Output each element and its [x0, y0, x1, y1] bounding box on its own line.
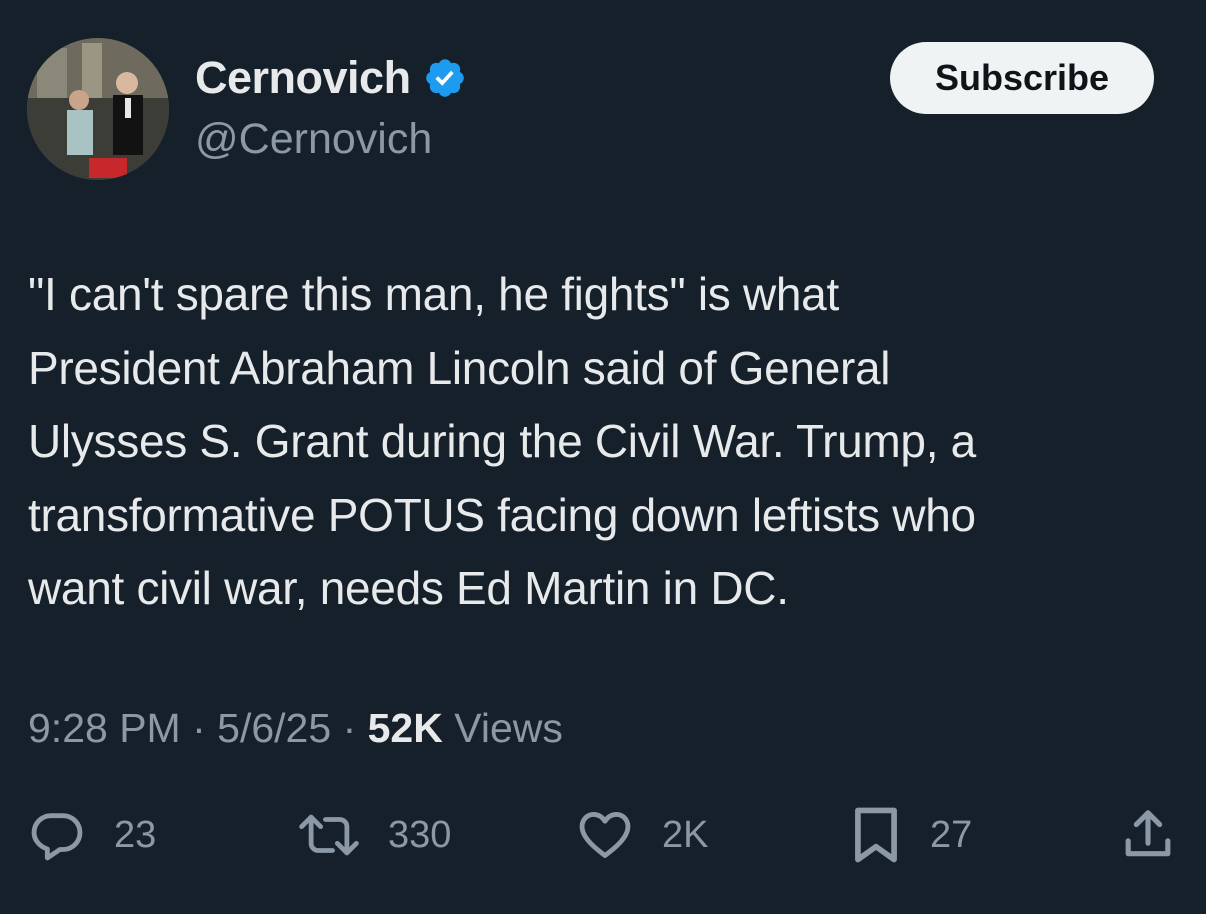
- reply-button[interactable]: 23: [28, 795, 156, 875]
- tweet-text-line: want civil war, needs Ed Martin in DC.: [28, 562, 789, 614]
- reply-count: 23: [114, 814, 157, 856]
- bookmark-count: 27: [930, 814, 973, 856]
- like-button[interactable]: 2K: [576, 795, 708, 875]
- display-name[interactable]: Cernovich: [195, 52, 467, 104]
- avatar[interactable]: [27, 38, 169, 180]
- tweet-text-line: President Abraham Lincoln said of Genera…: [28, 341, 891, 394]
- tweet-date[interactable]: 5/6/25: [217, 705, 331, 751]
- tweet-text-line: transformative POTUS facing down leftist…: [28, 488, 976, 541]
- repost-count: 330: [388, 814, 452, 856]
- meta-separator: ·: [342, 705, 368, 751]
- action-bar: 23 330 2K 27: [0, 795, 1206, 875]
- share-icon: [1125, 810, 1171, 857]
- tweet-text-line: Ulysses S. Grant during the Civil War. T…: [28, 415, 976, 467]
- tweet-text-line: "I can't spare this man, he fights" is w…: [28, 268, 839, 320]
- bookmark-button[interactable]: 27: [850, 795, 972, 875]
- share-button[interactable]: [1120, 795, 1176, 875]
- tweet-text: "I can't spare this man, he fights" is w…: [28, 258, 1188, 626]
- views-count: 52K: [367, 705, 443, 751]
- tweet: Cernovich @Cernovich Subscribe "I can't …: [0, 0, 1206, 914]
- repost-icon: [299, 814, 359, 856]
- like-count: 2K: [662, 814, 709, 856]
- author-handle[interactable]: @Cernovich: [195, 114, 432, 164]
- reply-icon: [31, 813, 83, 861]
- verified-badge-icon[interactable]: [423, 56, 467, 100]
- display-name-text[interactable]: Cernovich: [195, 52, 411, 104]
- heart-icon: [579, 812, 631, 858]
- meta-separator: ·: [192, 705, 218, 751]
- tweet-meta: 9:28 PM · 5/6/25 · 52K Views: [28, 700, 563, 756]
- tweet-time[interactable]: 9:28 PM: [28, 705, 181, 751]
- repost-button[interactable]: 330: [298, 795, 451, 875]
- bookmark-icon: [855, 807, 897, 863]
- views-label: Views: [454, 705, 563, 751]
- subscribe-button[interactable]: Subscribe: [890, 42, 1154, 114]
